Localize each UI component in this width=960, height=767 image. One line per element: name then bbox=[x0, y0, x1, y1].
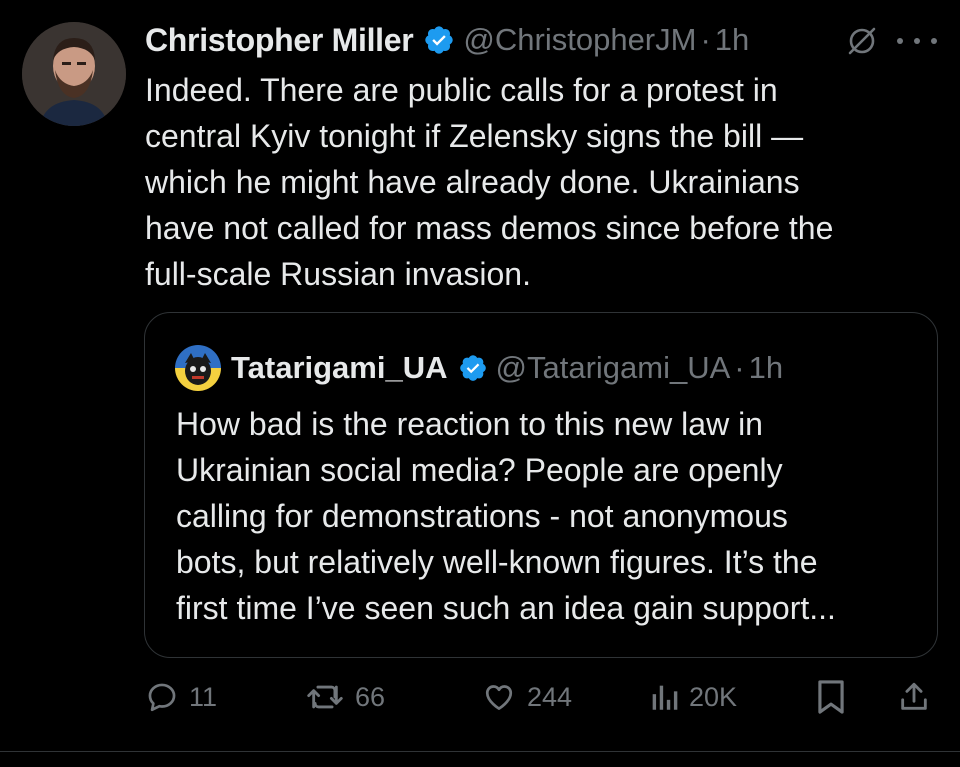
quoted-author-handle[interactable]: @Tatarigami_UA bbox=[496, 350, 731, 386]
divider bbox=[0, 751, 960, 752]
verified-badge-icon bbox=[458, 353, 488, 383]
views-count: 20K bbox=[689, 681, 738, 712]
author-avatar[interactable] bbox=[22, 22, 126, 126]
quoted-text-line: calling for demonstrations - not anonymo… bbox=[176, 498, 788, 534]
repost-button[interactable]: 66 bbox=[305, 676, 385, 718]
share-button[interactable] bbox=[897, 676, 931, 718]
quoted-author-avatar[interactable] bbox=[175, 345, 221, 391]
repost-count: 66 bbox=[355, 681, 386, 712]
quoted-tweet-text: How bad is the reaction to this new law … bbox=[176, 401, 936, 631]
tweet-text-line: full-scale Russian invasion. bbox=[145, 256, 531, 292]
quoted-text-line: first time I’ve seen such an idea gain s… bbox=[176, 590, 836, 626]
quoted-text-line: bots, but relatively well-known figures.… bbox=[176, 544, 818, 580]
tweet-text-line: central Kyiv tonight if Zelensky signs t… bbox=[145, 118, 804, 154]
quoted-tweet-timestamp: 1h bbox=[748, 350, 784, 385]
tweet-text-line: Indeed. There are public calls for a pro… bbox=[145, 72, 778, 108]
views-button[interactable]: 20K bbox=[649, 676, 737, 718]
tweet-text: Indeed. There are public calls for a pro… bbox=[145, 67, 935, 297]
quoted-text-line: How bad is the reaction to this new law … bbox=[176, 406, 763, 442]
repost-icon bbox=[305, 680, 345, 714]
quoted-text-line: Ukrainian social media? People are openl… bbox=[176, 452, 783, 488]
quoted-author-name[interactable]: Tatarigami_UA bbox=[231, 350, 448, 386]
reply-count: 11 bbox=[189, 681, 218, 712]
verified-badge-icon bbox=[423, 24, 455, 56]
like-count: 244 bbox=[527, 681, 573, 712]
like-button[interactable]: 244 bbox=[481, 676, 572, 718]
author-name[interactable]: Christopher Miller bbox=[145, 22, 414, 59]
tweet-header: Christopher Miller @ChristopherJM · 1h bbox=[145, 18, 749, 62]
separator-dot: · bbox=[734, 350, 745, 385]
reply-button[interactable]: 11 bbox=[145, 676, 217, 718]
quoted-tweet-card[interactable]: Tatarigami_UA @Tatarigami_UA · 1h How ba… bbox=[144, 312, 938, 658]
separator-dot: · bbox=[700, 22, 711, 57]
tweet-timestamp[interactable]: 1h bbox=[715, 22, 749, 58]
views-icon bbox=[649, 680, 679, 714]
bookmark-button[interactable] bbox=[815, 676, 847, 718]
grok-icon[interactable] bbox=[845, 24, 879, 58]
bookmark-icon bbox=[815, 678, 847, 716]
tweet-action-bar: 11 66 244 20K bbox=[145, 676, 945, 718]
author-handle[interactable]: @ChristopherJM bbox=[463, 22, 696, 58]
more-icon[interactable] bbox=[897, 26, 937, 56]
share-icon bbox=[897, 678, 931, 716]
like-icon bbox=[481, 680, 517, 714]
tweet-text-line: which he might have already done. Ukrain… bbox=[145, 164, 800, 200]
reply-icon bbox=[145, 680, 179, 714]
quoted-tweet-header: Tatarigami_UA @Tatarigami_UA · 1h bbox=[175, 345, 784, 391]
tweet-text-line: have not called for mass demos since bef… bbox=[145, 210, 834, 246]
